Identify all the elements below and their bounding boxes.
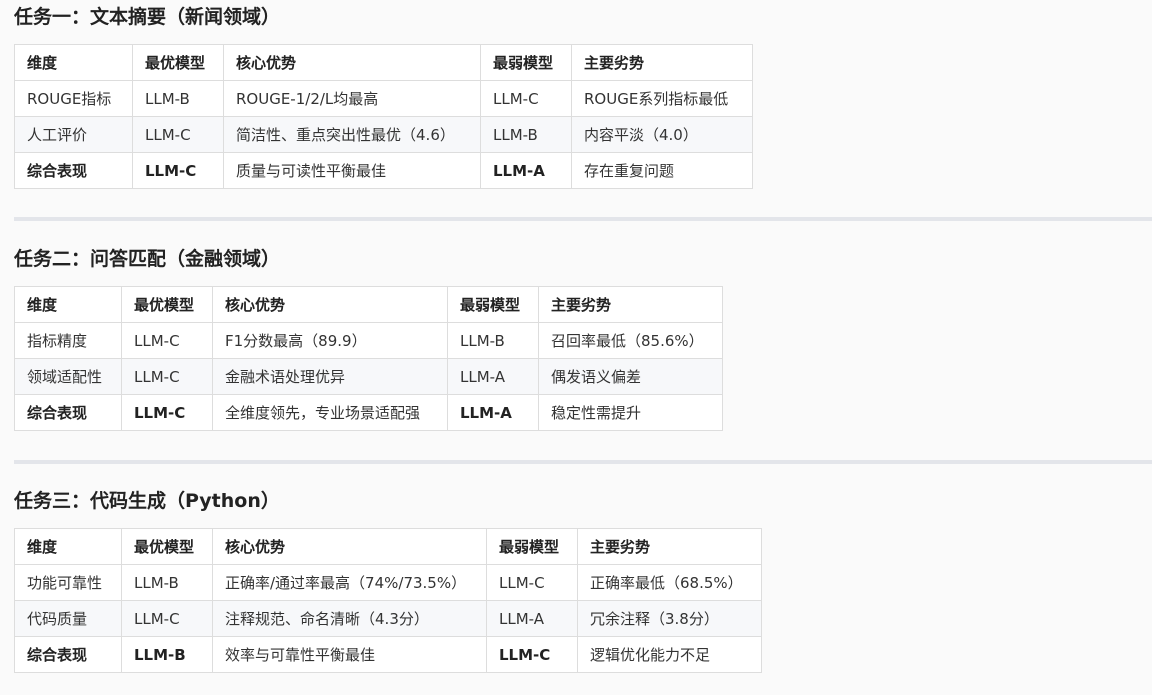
table-header-row: 维度 最优模型 核心优势 最弱模型 主要劣势 [14, 44, 753, 81]
header-core-strength: 核心优势 [223, 44, 481, 81]
cell-dimension: 功能可靠性 [14, 564, 122, 601]
cell-dimension: 人工评价 [14, 116, 133, 153]
table-row: ROUGE指标 LLM-B ROUGE-1/2/L均最高 LLM-C ROUGE… [14, 80, 753, 117]
cell-weakest-model: LLM-A [480, 152, 572, 189]
table-header-row: 维度 最优模型 核心优势 最弱模型 主要劣势 [14, 286, 723, 323]
cell-weakest-model: LLM-A [447, 394, 539, 431]
table-row: 领域适配性 LLM-C 金融术语处理优异 LLM-A 偶发语义偏差 [14, 358, 723, 395]
table-row-summary: 综合表现 LLM-C 全维度领先，专业场景适配强 LLM-A 稳定性需提升 [14, 394, 723, 431]
cell-best-model: LLM-B [132, 80, 224, 117]
section-divider [14, 460, 1152, 464]
cell-core-strength: 简洁性、重点突出性最优（4.6） [223, 116, 481, 153]
cell-core-strength: F1分数最高（89.9） [212, 322, 448, 359]
table-row-summary: 综合表现 LLM-B 效率与可靠性平衡最佳 LLM-C 逻辑优化能力不足 [14, 636, 762, 673]
header-core-strength: 核心优势 [212, 528, 487, 565]
header-weakest-model: 最弱模型 [447, 286, 539, 323]
table-row: 代码质量 LLM-C 注释规范、命名清晰（4.3分） LLM-A 冗余注释（3.… [14, 600, 762, 637]
header-weakest-model: 最弱模型 [480, 44, 572, 81]
cell-core-strength: ROUGE-1/2/L均最高 [223, 80, 481, 117]
cell-core-strength: 正确率/通过率最高（74%/73.5%） [212, 564, 487, 601]
cell-main-weakness: 逻辑优化能力不足 [577, 636, 762, 673]
section-title: 任务二：问答匹配（金融领域） [14, 248, 281, 270]
cell-weakest-model: LLM-C [486, 564, 578, 601]
cell-best-model: LLM-C [121, 358, 213, 395]
table-row: 指标精度 LLM-C F1分数最高（89.9） LLM-B 召回率最低（85.6… [14, 322, 723, 359]
cell-dimension: 综合表现 [14, 152, 133, 189]
header-dimension: 维度 [14, 44, 133, 81]
table-row: 人工评价 LLM-C 简洁性、重点突出性最优（4.6） LLM-B 内容平淡（4… [14, 116, 753, 153]
section-qa-matching: 任务二：问答匹配（金融领域） 维度 最优模型 核心优势 最弱模型 主要劣势 指标… [14, 245, 723, 431]
header-dimension: 维度 [14, 528, 122, 565]
cell-main-weakness: ROUGE系列指标最低 [571, 80, 753, 117]
cell-best-model: LLM-B [121, 636, 213, 673]
cell-main-weakness: 冗余注释（3.8分） [577, 600, 762, 637]
header-core-strength: 核心优势 [212, 286, 448, 323]
header-main-weakness: 主要劣势 [571, 44, 753, 81]
cell-dimension: 指标精度 [14, 322, 122, 359]
cell-main-weakness: 偶发语义偏差 [538, 358, 723, 395]
cell-main-weakness: 存在重复问题 [571, 152, 753, 189]
table-row: 功能可靠性 LLM-B 正确率/通过率最高（74%/73.5%） LLM-C 正… [14, 564, 762, 601]
cell-weakest-model: LLM-C [486, 636, 578, 673]
cell-dimension: 综合表现 [14, 636, 122, 673]
section-code-generation: 任务三：代码生成（Python） 维度 最优模型 核心优势 最弱模型 主要劣势 … [14, 487, 762, 673]
cell-best-model: LLM-C [121, 394, 213, 431]
cell-dimension: 代码质量 [14, 600, 122, 637]
cell-weakest-model: LLM-B [480, 116, 572, 153]
cell-best-model: LLM-B [121, 564, 213, 601]
cell-best-model: LLM-C [132, 116, 224, 153]
cell-main-weakness: 稳定性需提升 [538, 394, 723, 431]
cell-best-model: LLM-C [121, 322, 213, 359]
header-best-model: 最优模型 [121, 528, 213, 565]
table-row-summary: 综合表现 LLM-C 质量与可读性平衡最佳 LLM-A 存在重复问题 [14, 152, 753, 189]
cell-best-model: LLM-C [132, 152, 224, 189]
cell-main-weakness: 内容平淡（4.0） [571, 116, 753, 153]
comparison-table: 维度 最优模型 核心优势 最弱模型 主要劣势 指标精度 LLM-C F1分数最高… [14, 286, 723, 431]
cell-dimension: 综合表现 [14, 394, 122, 431]
header-dimension: 维度 [14, 286, 122, 323]
cell-main-weakness: 召回率最低（85.6%） [538, 322, 723, 359]
cell-best-model: LLM-C [121, 600, 213, 637]
comparison-table: 维度 最优模型 核心优势 最弱模型 主要劣势 ROUGE指标 LLM-B ROU… [14, 44, 753, 189]
cell-main-weakness: 正确率最低（68.5%） [577, 564, 762, 601]
cell-core-strength: 全维度领先，专业场景适配强 [212, 394, 448, 431]
cell-dimension: ROUGE指标 [14, 80, 133, 117]
cell-core-strength: 金融术语处理优异 [212, 358, 448, 395]
header-weakest-model: 最弱模型 [486, 528, 578, 565]
header-main-weakness: 主要劣势 [538, 286, 723, 323]
section-title: 任务一：文本摘要（新闻领域） [14, 6, 281, 28]
section-title: 任务三：代码生成（Python） [14, 490, 280, 512]
comparison-table: 维度 最优模型 核心优势 最弱模型 主要劣势 功能可靠性 LLM-B 正确率/通… [14, 528, 762, 673]
table-header-row: 维度 最优模型 核心优势 最弱模型 主要劣势 [14, 528, 762, 565]
cell-weakest-model: LLM-A [486, 600, 578, 637]
cell-dimension: 领域适配性 [14, 358, 122, 395]
cell-weakest-model: LLM-A [447, 358, 539, 395]
header-main-weakness: 主要劣势 [577, 528, 762, 565]
section-divider [14, 217, 1152, 221]
cell-weakest-model: LLM-C [480, 80, 572, 117]
cell-core-strength: 质量与可读性平衡最佳 [223, 152, 481, 189]
section-text-summary: 任务一：文本摘要（新闻领域） 维度 最优模型 核心优势 最弱模型 主要劣势 RO… [14, 3, 753, 189]
cell-core-strength: 注释规范、命名清晰（4.3分） [212, 600, 487, 637]
cell-core-strength: 效率与可靠性平衡最佳 [212, 636, 487, 673]
header-best-model: 最优模型 [121, 286, 213, 323]
cell-weakest-model: LLM-B [447, 322, 539, 359]
header-best-model: 最优模型 [132, 44, 224, 81]
